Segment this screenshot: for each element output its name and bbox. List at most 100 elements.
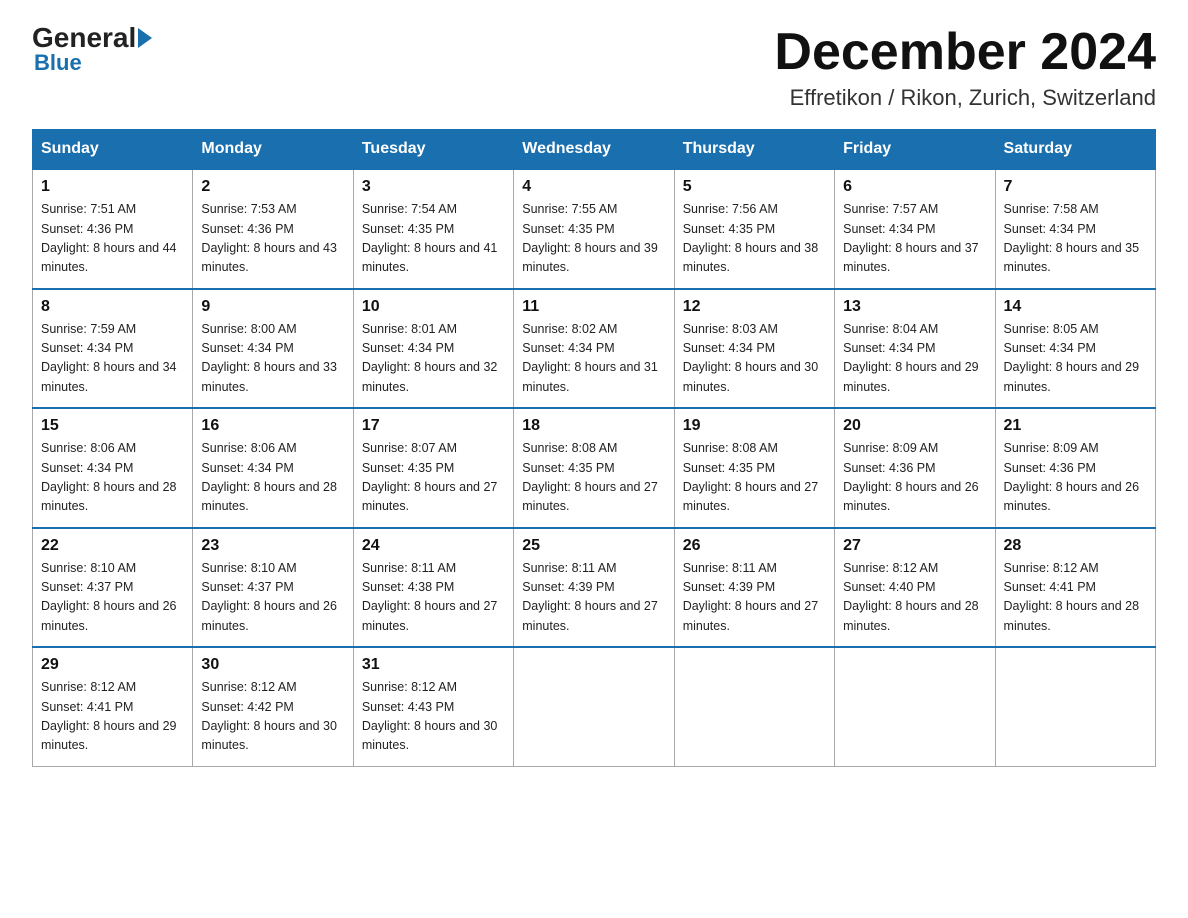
day-cell-23: 23 Sunrise: 8:10 AMSunset: 4:37 PMDayligh… xyxy=(193,528,353,648)
day-number: 29 xyxy=(41,656,184,674)
logo-blue: Blue xyxy=(34,50,82,76)
day-number: 13 xyxy=(843,298,986,316)
day-info: Sunrise: 7:53 AMSunset: 4:36 PMDaylight:… xyxy=(201,200,344,278)
day-cell-17: 17Sunrise: 8:07 AMSunset: 4:35 PMDayligh… xyxy=(353,408,513,528)
day-info: Sunrise: 8:11 AMSunset: 4:38 PMDaylight:… xyxy=(362,559,505,637)
location-title: Effretikon / Rikon, Zurich, Switzerland xyxy=(774,85,1156,111)
day-cell-14: 14 Sunrise: 8:05 AMSunset: 4:34 PMDayligh… xyxy=(995,289,1155,409)
day-number: 14 xyxy=(1004,298,1147,316)
day-info: Sunrise: 8:04 AMSunset: 4:34 PMDaylight:… xyxy=(843,320,986,398)
month-title: December 2024 xyxy=(774,24,1156,81)
week-row-4: 22 Sunrise: 8:10 AMSunset: 4:37 PMDayligh… xyxy=(33,528,1156,648)
day-number: 12 xyxy=(683,298,826,316)
empty-cell xyxy=(995,647,1155,766)
day-number: 2 xyxy=(201,178,344,196)
day-cell-11: 11 Sunrise: 8:02 AMSunset: 4:34 PMDayligh… xyxy=(514,289,674,409)
day-number: 25 xyxy=(522,537,665,555)
day-info: Sunrise: 8:12 AMSunset: 4:41 PMDaylight:… xyxy=(1004,559,1147,637)
day-info: Sunrise: 8:10 AMSunset: 4:37 PMDaylight:… xyxy=(41,559,184,637)
day-number: 30 xyxy=(201,656,344,674)
day-number: 28 xyxy=(1004,537,1147,555)
day-info: Sunrise: 8:02 AMSunset: 4:34 PMDaylight:… xyxy=(522,320,665,398)
week-row-2: 8 Sunrise: 7:59 AMSunset: 4:34 PMDaylight… xyxy=(33,289,1156,409)
header-friday: Friday xyxy=(835,130,995,170)
day-cell-28: 28 Sunrise: 8:12 AMSunset: 4:41 PMDayligh… xyxy=(995,528,1155,648)
header-wednesday: Wednesday xyxy=(514,130,674,170)
day-number: 5 xyxy=(683,178,826,196)
day-info: Sunrise: 8:10 AMSunset: 4:37 PMDaylight:… xyxy=(201,559,344,637)
day-info: Sunrise: 8:06 AMSunset: 4:34 PMDaylight:… xyxy=(201,439,344,517)
week-row-3: 15Sunrise: 8:06 AMSunset: 4:34 PMDayligh… xyxy=(33,408,1156,528)
day-cell-2: 2 Sunrise: 7:53 AMSunset: 4:36 PMDaylight… xyxy=(193,169,353,289)
day-number: 18 xyxy=(522,417,665,435)
day-info: Sunrise: 8:08 AMSunset: 4:35 PMDaylight:… xyxy=(683,439,826,517)
day-cell-8: 8 Sunrise: 7:59 AMSunset: 4:34 PMDaylight… xyxy=(33,289,193,409)
day-info: Sunrise: 7:55 AMSunset: 4:35 PMDaylight:… xyxy=(522,200,665,278)
empty-cell xyxy=(674,647,834,766)
day-info: Sunrise: 8:11 AMSunset: 4:39 PMDaylight:… xyxy=(522,559,665,637)
day-info: Sunrise: 7:59 AMSunset: 4:34 PMDaylight:… xyxy=(41,320,184,398)
day-cell-25: 25 Sunrise: 8:11 AMSunset: 4:39 PMDayligh… xyxy=(514,528,674,648)
day-cell-18: 18 Sunrise: 8:08 AMSunset: 4:35 PMDayligh… xyxy=(514,408,674,528)
day-info: Sunrise: 8:12 AMSunset: 4:42 PMDaylight:… xyxy=(201,678,344,756)
day-info: Sunrise: 8:11 AMSunset: 4:39 PMDaylight:… xyxy=(683,559,826,637)
day-cell-6: 6 Sunrise: 7:57 AMSunset: 4:34 PMDaylight… xyxy=(835,169,995,289)
day-cell-21: 21Sunrise: 8:09 AMSunset: 4:36 PMDayligh… xyxy=(995,408,1155,528)
day-number: 21 xyxy=(1004,417,1147,435)
day-number: 19 xyxy=(683,417,826,435)
day-number: 16 xyxy=(201,417,344,435)
day-cell-4: 4 Sunrise: 7:55 AMSunset: 4:35 PMDaylight… xyxy=(514,169,674,289)
day-cell-1: 1Sunrise: 7:51 AMSunset: 4:36 PMDaylight… xyxy=(33,169,193,289)
day-number: 22 xyxy=(41,537,184,555)
title-area: December 2024 Effretikon / Rikon, Zurich… xyxy=(774,24,1156,111)
day-info: Sunrise: 8:07 AMSunset: 4:35 PMDaylight:… xyxy=(362,439,505,517)
day-number: 6 xyxy=(843,178,986,196)
day-cell-3: 3 Sunrise: 7:54 AMSunset: 4:35 PMDaylight… xyxy=(353,169,513,289)
header-sunday: Sunday xyxy=(33,130,193,170)
day-cell-22: 22 Sunrise: 8:10 AMSunset: 4:37 PMDayligh… xyxy=(33,528,193,648)
logo: General Blue xyxy=(32,24,152,76)
day-info: Sunrise: 8:05 AMSunset: 4:34 PMDaylight:… xyxy=(1004,320,1147,398)
day-info: Sunrise: 8:12 AMSunset: 4:43 PMDaylight:… xyxy=(362,678,505,756)
page-header: General Blue December 2024 Effretikon / … xyxy=(32,24,1156,111)
day-cell-16: 16 Sunrise: 8:06 AMSunset: 4:34 PMDayligh… xyxy=(193,408,353,528)
empty-cell xyxy=(835,647,995,766)
day-info: Sunrise: 8:12 AMSunset: 4:40 PMDaylight:… xyxy=(843,559,986,637)
day-cell-27: 27Sunrise: 8:12 AMSunset: 4:40 PMDayligh… xyxy=(835,528,995,648)
day-info: Sunrise: 8:12 AMSunset: 4:41 PMDaylight:… xyxy=(41,678,184,756)
header-thursday: Thursday xyxy=(674,130,834,170)
week-row-5: 29 Sunrise: 8:12 AMSunset: 4:41 PMDayligh… xyxy=(33,647,1156,766)
header-monday: Monday xyxy=(193,130,353,170)
day-number: 9 xyxy=(201,298,344,316)
day-cell-10: 10Sunrise: 8:01 AMSunset: 4:34 PMDayligh… xyxy=(353,289,513,409)
day-info: Sunrise: 8:08 AMSunset: 4:35 PMDaylight:… xyxy=(522,439,665,517)
header-row: SundayMondayTuesdayWednesdayThursdayFrid… xyxy=(33,130,1156,170)
day-number: 7 xyxy=(1004,178,1147,196)
day-cell-31: 31 Sunrise: 8:12 AMSunset: 4:43 PMDayligh… xyxy=(353,647,513,766)
day-number: 11 xyxy=(522,298,665,316)
week-row-1: 1Sunrise: 7:51 AMSunset: 4:36 PMDaylight… xyxy=(33,169,1156,289)
day-info: Sunrise: 7:56 AMSunset: 4:35 PMDaylight:… xyxy=(683,200,826,278)
day-info: Sunrise: 7:57 AMSunset: 4:34 PMDaylight:… xyxy=(843,200,986,278)
day-cell-5: 5 Sunrise: 7:56 AMSunset: 4:35 PMDaylight… xyxy=(674,169,834,289)
day-info: Sunrise: 8:06 AMSunset: 4:34 PMDaylight:… xyxy=(41,439,184,517)
day-number: 10 xyxy=(362,298,505,316)
logo-general: General xyxy=(32,24,136,52)
day-number: 23 xyxy=(201,537,344,555)
logo-arrow-icon xyxy=(138,28,152,48)
day-info: Sunrise: 7:54 AMSunset: 4:35 PMDaylight:… xyxy=(362,200,505,278)
day-number: 8 xyxy=(41,298,184,316)
day-number: 31 xyxy=(362,656,505,674)
day-info: Sunrise: 7:51 AMSunset: 4:36 PMDaylight:… xyxy=(41,200,184,278)
header-saturday: Saturday xyxy=(995,130,1155,170)
day-number: 24 xyxy=(362,537,505,555)
day-cell-12: 12Sunrise: 8:03 AMSunset: 4:34 PMDayligh… xyxy=(674,289,834,409)
day-number: 26 xyxy=(683,537,826,555)
empty-cell xyxy=(514,647,674,766)
day-cell-7: 7Sunrise: 7:58 AMSunset: 4:34 PMDaylight… xyxy=(995,169,1155,289)
day-cell-24: 24 Sunrise: 8:11 AMSunset: 4:38 PMDayligh… xyxy=(353,528,513,648)
day-number: 4 xyxy=(522,178,665,196)
day-cell-26: 26 Sunrise: 8:11 AMSunset: 4:39 PMDayligh… xyxy=(674,528,834,648)
day-cell-30: 30 Sunrise: 8:12 AMSunset: 4:42 PMDayligh… xyxy=(193,647,353,766)
day-number: 3 xyxy=(362,178,505,196)
